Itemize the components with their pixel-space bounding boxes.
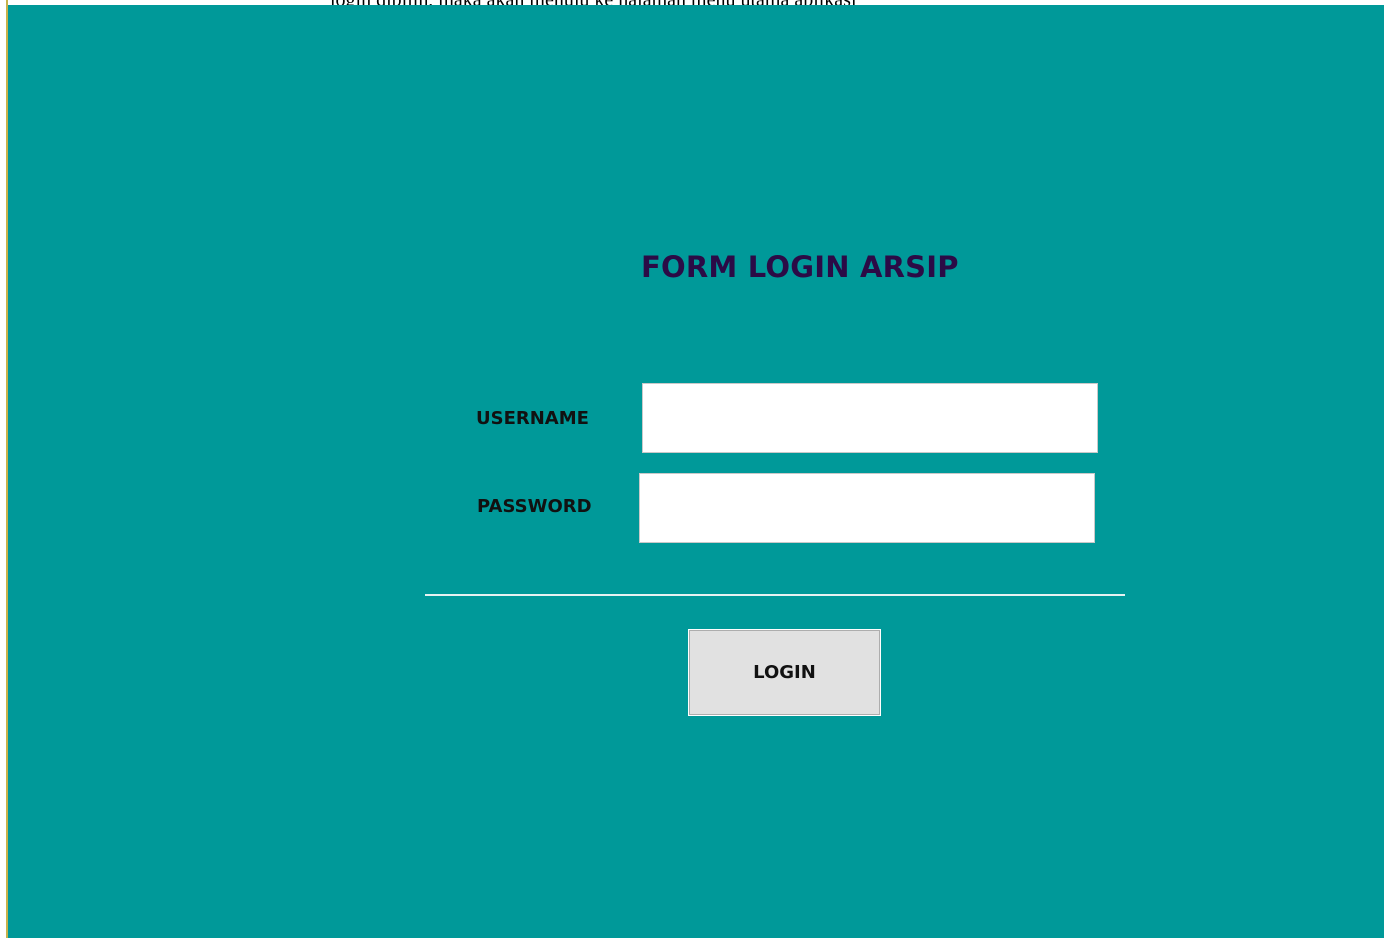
login-button[interactable]: LOGIN xyxy=(688,629,881,716)
password-input[interactable] xyxy=(639,473,1095,543)
form-separator xyxy=(425,594,1125,596)
form-title: FORM LOGIN ARSIP xyxy=(641,250,959,284)
username-input[interactable] xyxy=(642,383,1098,453)
username-label: USERNAME xyxy=(476,408,589,429)
login-form-panel: FORM LOGIN ARSIP USERNAME PASSWORD LOGIN xyxy=(8,5,1384,938)
password-label: PASSWORD xyxy=(477,496,592,517)
login-window: login dipilih, maka akan menuju ke halam… xyxy=(0,0,1384,938)
